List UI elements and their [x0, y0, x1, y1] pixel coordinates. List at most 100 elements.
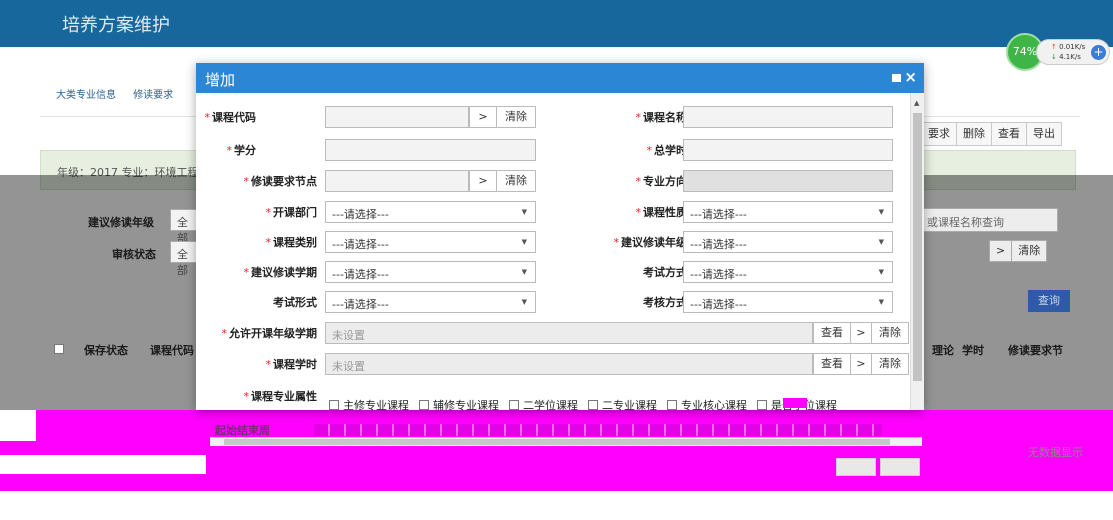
tab-major-info[interactable]: 大类专业信息 [56, 90, 116, 101]
network-monitor-widget[interactable]: 74% ↑ 0.01K/s ↓ 4.1K/s + [1006, 33, 1110, 71]
checkbox-box[interactable] [329, 400, 339, 410]
col-theory[interactable]: 理论 [932, 342, 954, 358]
pager-button[interactable] [836, 458, 876, 476]
course-nature-select[interactable]: ---请选择--- ▼ [683, 201, 893, 223]
chevron-down-icon: ▼ [521, 208, 527, 216]
allowed-terms-input[interactable]: 未设置 [325, 322, 813, 344]
app-title: 培养方案维护 [62, 15, 170, 36]
export-button[interactable]: 导出 [1026, 122, 1062, 146]
checkbox-box[interactable] [588, 400, 598, 410]
suggest-term-select[interactable]: ---请选择--- ▼ [325, 261, 536, 283]
course-hours-input[interactable]: 未设置 [325, 353, 813, 375]
pager-button[interactable] [880, 458, 920, 476]
plus-icon[interactable]: + [1091, 45, 1106, 60]
checkbox-second-major-course[interactable]: 二专业课程 [588, 397, 657, 413]
query-button[interactable]: 查询 [1028, 290, 1070, 312]
course-hours-pick-button[interactable]: > [850, 353, 872, 375]
col-course-code[interactable]: 课程代码 [150, 342, 194, 358]
course-code-clear-button[interactable]: 清除 [496, 106, 536, 128]
department-select[interactable]: ---请选择--- ▼ [325, 201, 536, 223]
assess-method-select[interactable]: ---请选择--- ▼ [683, 291, 893, 313]
search-input[interactable]: 或课程名称查询 [922, 208, 1058, 232]
net-speed-pill: ↑ 0.01K/s ↓ 4.1K/s + [1036, 39, 1110, 65]
checkbox-core-course[interactable]: 专业核心课程 [667, 397, 747, 413]
start-end-week-grid[interactable] [314, 424, 882, 436]
course-code-input[interactable] [325, 106, 469, 128]
scroll-up-icon[interactable]: ▲ [914, 99, 919, 107]
allowed-terms-pick-button[interactable]: > [850, 322, 872, 344]
major-direction-input[interactable] [683, 170, 893, 192]
checkbox-box[interactable] [757, 400, 767, 410]
col-save-status[interactable]: 保存状态 [84, 342, 128, 358]
requirement-node-pick-button[interactable]: > [469, 170, 497, 192]
label-department: * 开课部门 [265, 206, 318, 219]
page-tabs: 大类专业信息 修读要求 [56, 86, 187, 101]
scrollbar-thumb[interactable] [224, 439, 890, 445]
suggest-grade-select[interactable]: ---请选择--- ▼ [683, 231, 893, 253]
dialog-header: 增加 × [196, 63, 924, 93]
label-course-name: * 课程名称 [635, 111, 688, 124]
scrollbar-thumb[interactable] [913, 113, 922, 381]
top-bar: 培养方案维护 [0, 0, 1113, 47]
course-category-select[interactable]: ---请选择--- ▼ [325, 231, 536, 253]
total-hours-input[interactable] [683, 139, 893, 161]
col-hours[interactable]: 学时 [962, 342, 984, 358]
course-name-input[interactable] [683, 106, 893, 128]
label-suggest-term: * 建议修读学期 [243, 266, 318, 279]
view-button[interactable]: 查看 [991, 122, 1027, 146]
no-data-text: 无数据显示 [1028, 446, 1083, 459]
chevron-down-icon: ▼ [878, 298, 884, 306]
requirement-node-clear-button[interactable]: 清除 [496, 170, 536, 192]
course-hours-clear-button[interactable]: 清除 [871, 353, 909, 375]
delete-button[interactable]: 删除 [956, 122, 992, 146]
requirement-button[interactable]: 要求 [921, 122, 957, 146]
course-attr-checkboxes: 主修专业课程 辅修专业课程 二学位课程 二专业课程 专业核心课程 是否学位课程 [329, 397, 847, 413]
credit-input[interactable] [325, 139, 536, 161]
label-assess-method: 考核方式 [643, 296, 687, 309]
upload-speed: ↑ 0.01K/s [1051, 43, 1085, 51]
chevron-down-icon: ▼ [521, 238, 527, 246]
requirement-node-input[interactable] [325, 170, 469, 192]
col-requirement-node[interactable]: 修读要求节 [1008, 342, 1063, 358]
checkbox-degree-course[interactable]: 是否学位课程 [757, 397, 837, 413]
upload-speed-value: 0.01K/s [1059, 43, 1086, 51]
course-hours-view-button[interactable]: 查看 [813, 353, 851, 375]
chevron-down-icon: ▼ [878, 268, 884, 276]
label-course-attr: * 课程专业属性 [243, 390, 318, 403]
exam-method-select[interactable]: ---请选择--- ▼ [683, 261, 893, 283]
chevron-down-icon: ▼ [878, 208, 884, 216]
search-arrow-button[interactable]: > [989, 240, 1013, 262]
label-course-nature: * 课程性质 [635, 206, 688, 219]
tab-requirements[interactable]: 修读要求 [133, 90, 173, 101]
checkbox-second-degree-course[interactable]: 二学位课程 [509, 397, 578, 413]
search-clear-button[interactable]: 清除 [1011, 240, 1048, 262]
label-start-end-week: 起始结束周 [215, 424, 270, 437]
dialog-horizontal-scrollbar[interactable] [210, 437, 922, 446]
close-icon[interactable]: × [904, 68, 917, 86]
checkbox-box[interactable] [509, 400, 519, 410]
corrupted-region [0, 474, 1113, 491]
allowed-terms-clear-button[interactable]: 清除 [871, 322, 909, 344]
filter-label-status: 审核状态 [112, 248, 156, 261]
exam-form-select[interactable]: ---请选择--- ▼ [325, 291, 536, 313]
checkbox-major-course[interactable]: 主修专业课程 [329, 397, 409, 413]
maximize-icon[interactable] [892, 74, 901, 82]
checkbox-box[interactable] [667, 400, 677, 410]
course-code-pick-button[interactable]: > [469, 106, 497, 128]
chevron-down-icon: ▼ [521, 298, 527, 306]
label-credit: * 学分 [226, 144, 257, 157]
label-total-hours: * 总学时 [646, 144, 688, 157]
allowed-terms-view-button[interactable]: 查看 [813, 322, 851, 344]
corrupted-region [783, 398, 807, 408]
dialog-scrollbar[interactable]: ▲ [910, 93, 924, 410]
download-speed-value: 4.1K/s [1059, 53, 1081, 61]
label-exam-method: 考试方式 [643, 266, 687, 279]
checkbox-minor-course[interactable]: 辅修专业课程 [419, 397, 499, 413]
label-requirement-node: * 修读要求节点 [243, 175, 318, 188]
add-course-dialog: 增加 × * 课程代码 > 清除 * 课程名称 * 学分 * 总学时 * 修读要求节点 >… [196, 63, 924, 410]
toolbar: 要求 删除 查看 导出 [921, 122, 1062, 146]
upload-arrow-icon: ↑ [1051, 43, 1057, 51]
filter-label-grade: 建议修读年级 [88, 216, 154, 229]
checkbox-box[interactable] [419, 400, 429, 410]
select-all-checkbox[interactable] [54, 344, 64, 354]
